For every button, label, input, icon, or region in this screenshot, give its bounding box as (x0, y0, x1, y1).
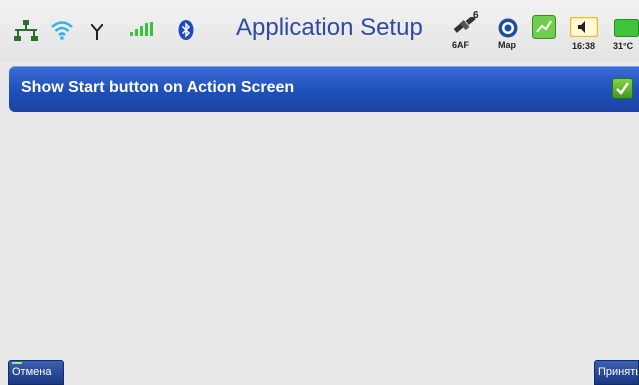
route-icon[interactable] (532, 15, 556, 39)
volume-icon[interactable] (570, 17, 598, 37)
network-icon (14, 20, 38, 41)
bluetooth-icon (178, 20, 194, 40)
status-bar: Application Setup 6 6AF Map 16:38 31°C (0, 0, 639, 62)
map-label: Map (498, 40, 516, 50)
checkmark-icon (616, 82, 630, 95)
setting-show-start-button[interactable]: Show Start button on Action Screen (9, 66, 639, 112)
wifi-icon (51, 21, 73, 40)
map-button[interactable]: Map (494, 18, 522, 52)
accept-button[interactable]: Принять (594, 360, 639, 385)
temperature: 31°C (613, 41, 634, 51)
antenna-icon (91, 24, 103, 40)
satellite-label: 6AF (452, 40, 470, 50)
page-title: Application Setup (236, 14, 423, 41)
battery-icon (614, 19, 639, 37)
setting-label: Show Start button on Action Screen (21, 79, 295, 96)
map-icon (498, 18, 518, 38)
clock: 16:38 (572, 41, 596, 51)
setting-checkbox[interactable] (612, 78, 633, 99)
satellite-count: 6 (473, 10, 479, 21)
signal-bars-icon (130, 22, 153, 36)
cancel-button[interactable]: Отмена (8, 360, 64, 385)
